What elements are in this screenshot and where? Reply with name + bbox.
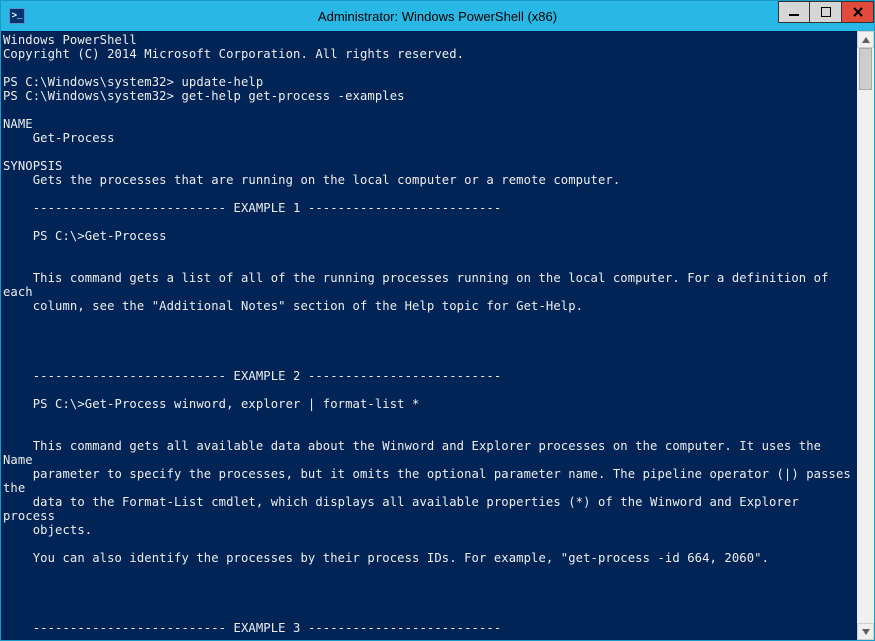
scrollbar-thumb[interactable] [859,48,872,90]
minimize-icon [789,7,799,17]
powershell-icon: >_ [9,8,25,24]
maximize-button[interactable] [810,1,842,23]
chevron-down-icon [862,629,870,635]
minimize-button[interactable] [778,1,810,23]
close-icon [853,7,863,17]
powershell-window: >_ Administrator: Windows PowerShell (x8… [0,0,875,641]
window-title: Administrator: Windows PowerShell (x86) [1,9,874,24]
scrollbar-track[interactable] [857,48,874,623]
console-area: Windows PowerShell Copyright (C) 2014 Mi… [1,31,874,640]
close-button[interactable] [842,1,874,23]
scroll-up-button[interactable] [857,31,874,48]
vertical-scrollbar[interactable] [857,31,874,640]
powershell-icon-glyph: >_ [12,11,23,21]
scroll-down-button[interactable] [857,623,874,640]
chevron-up-icon [862,37,870,43]
titlebar[interactable]: >_ Administrator: Windows PowerShell (x8… [1,1,874,31]
console-output[interactable]: Windows PowerShell Copyright (C) 2014 Mi… [1,31,857,640]
window-controls [778,1,874,23]
maximize-icon [821,7,831,17]
